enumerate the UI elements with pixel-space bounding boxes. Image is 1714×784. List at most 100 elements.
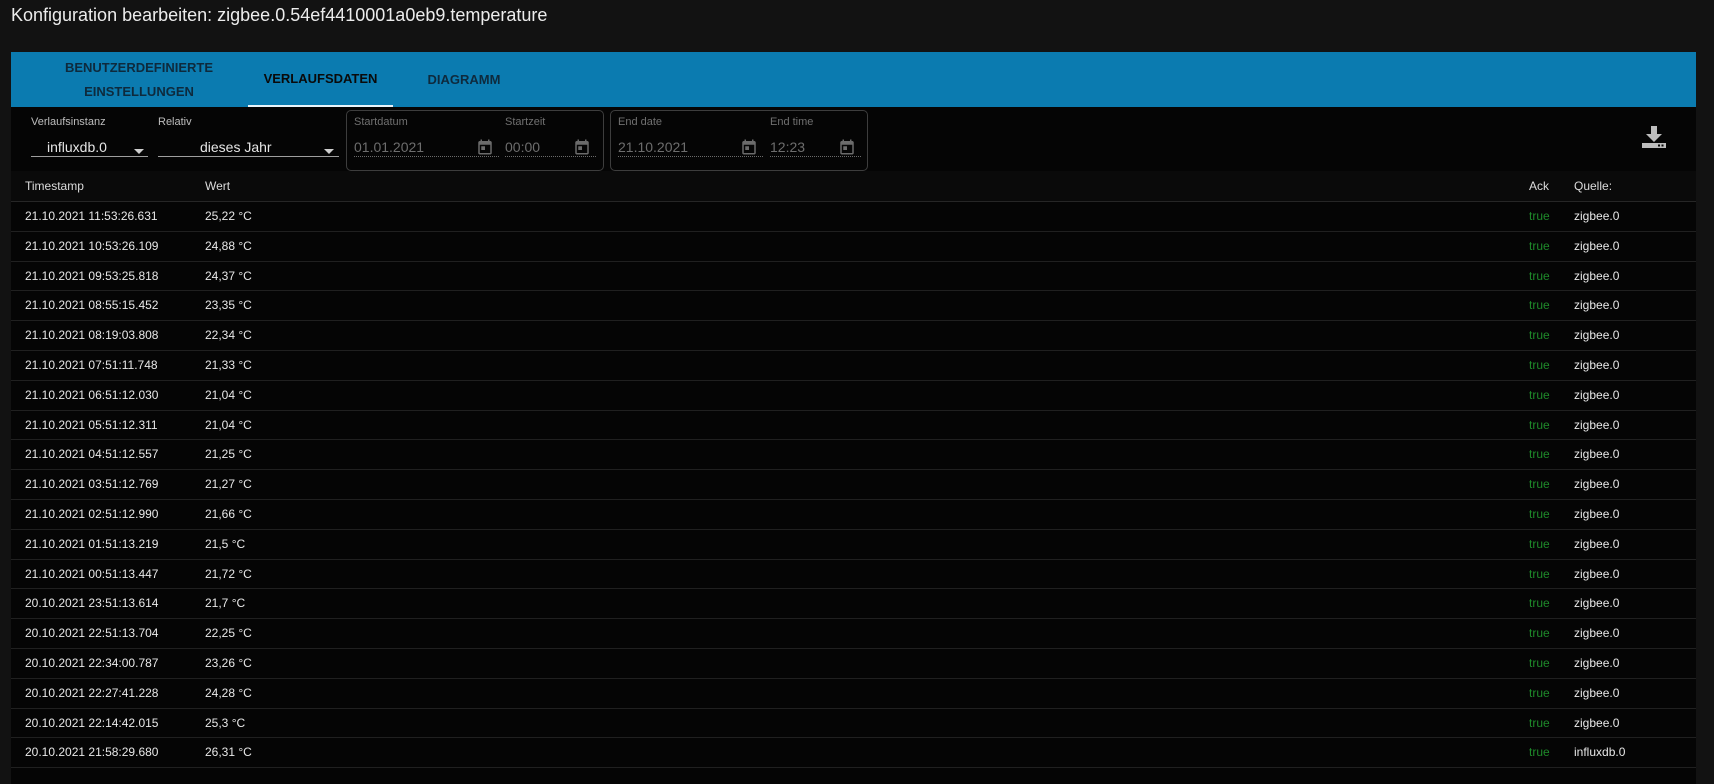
start-date-field[interactable]: Startdatum 01.01.2021: [354, 116, 499, 157]
ack-cell: true: [1529, 298, 1550, 313]
source-cell: zigbee.0: [1574, 328, 1620, 343]
end-date-value: 21.10.2021: [618, 139, 689, 155]
start-time-underline: [505, 156, 596, 157]
source-cell: influxdb.0: [1574, 745, 1626, 760]
table-row[interactable]: 20.10.2021 22:51:13.704 22,25 °C true zigbe…: [11, 619, 1696, 649]
ack-cell: true: [1529, 596, 1550, 611]
value-cell: 21,7 °C: [205, 596, 246, 611]
tab-bar: BENUTZERDEFINIERTE EINSTELLUNGEN VERLAUF…: [11, 52, 1696, 107]
table-row[interactable]: 21.10.2021 00:51:13.447 21,72 °C true zigbe…: [11, 559, 1696, 590]
source-cell: zigbee.0: [1574, 357, 1620, 372]
ack-cell: true: [1529, 626, 1550, 641]
timestamp-cell: 21.10.2021 11:53:26.631: [25, 209, 158, 223]
end-time-label: End time: [770, 116, 814, 128]
calendar-icon[interactable]: [838, 138, 856, 156]
value-cell: 24,37 °C: [205, 268, 252, 283]
value-cell: 21,5 °C: [205, 536, 246, 551]
table-row[interactable]: 21.10.2021 01:51:13.219 21,5 °C true zigbee…: [11, 529, 1696, 560]
value-cell: 25,3 °C: [205, 715, 246, 730]
download-icon[interactable]: [1640, 124, 1668, 150]
table-row[interactable]: 20.10.2021 22:27:41.228 24,28 °C true zigbe…: [11, 678, 1696, 709]
start-time-value: 00:00: [505, 139, 541, 155]
ack-cell: true: [1529, 566, 1550, 581]
instance-select[interactable]: Verlaufsinstanz influxdb.0: [31, 116, 148, 157]
tab-history-data[interactable]: VERLAUFSDATEN: [248, 52, 393, 107]
source-cell: zigbee.0: [1574, 387, 1620, 402]
end-time-value: 12:23: [770, 139, 806, 155]
calendar-icon[interactable]: [740, 138, 758, 156]
table-row[interactable]: 21.10.2021 02:51:12.990 21,66 °C true zigbe…: [11, 499, 1696, 530]
source-cell: zigbee.0: [1574, 238, 1620, 253]
timestamp-cell: 21.10.2021 02:51:12.990: [25, 506, 159, 521]
tab-custom-settings-label-line2: EINSTELLUNGEN: [84, 83, 194, 99]
end-date-label: End date: [618, 116, 663, 128]
start-time-label: Startzeit: [505, 116, 546, 128]
table-row[interactable]: 21.10.2021 07:51:11.748 21,33 °C true zigbe…: [11, 350, 1696, 381]
timestamp-cell: 20.10.2021 22:34:00.787: [25, 655, 159, 670]
source-cell: zigbee.0: [1574, 685, 1620, 700]
ack-cell: true: [1529, 328, 1550, 343]
timestamp-cell: 20.10.2021 22:51:13.704: [25, 626, 159, 641]
tab-custom-settings[interactable]: BENUTZERDEFINIERTE EINSTELLUNGEN: [34, 52, 244, 107]
source-cell: zigbee.0: [1574, 209, 1620, 223]
value-cell: 21,25 °C: [205, 447, 252, 462]
value-cell: 21,72 °C: [205, 566, 252, 581]
source-cell: zigbee.0: [1574, 506, 1620, 521]
value-cell: 23,26 °C: [205, 655, 252, 670]
ack-cell: true: [1529, 447, 1550, 462]
ack-cell: true: [1529, 268, 1550, 283]
start-date-underline: [354, 156, 499, 157]
timestamp-cell: 21.10.2021 07:51:11.748: [25, 357, 158, 372]
calendar-icon[interactable]: [476, 138, 494, 156]
table-row[interactable]: 20.10.2021 22:14:42.015 25,3 °C true zigbee…: [11, 708, 1696, 739]
column-ack: Ack: [1529, 179, 1550, 193]
calendar-icon[interactable]: [573, 138, 591, 156]
relative-select[interactable]: Relativ dieses Jahr: [158, 116, 339, 157]
table-row[interactable]: 21.10.2021 04:51:12.557 21,25 °C true zigbe…: [11, 440, 1696, 471]
table-row[interactable]: 21.10.2021 11:53:26.631 25,22 °C true zigbe…: [11, 202, 1696, 232]
value-cell: 21,66 °C: [205, 506, 252, 521]
value-cell: 21,27 °C: [205, 477, 252, 492]
value-cell: 24,88 °C: [205, 238, 252, 253]
value-cell: 24,28 °C: [205, 685, 252, 700]
ack-cell: true: [1529, 506, 1550, 521]
end-date-underline: [618, 156, 763, 157]
timestamp-cell: 21.10.2021 04:51:12.557: [25, 447, 159, 462]
start-date-value: 01.01.2021: [354, 139, 425, 155]
timestamp-cell: 20.10.2021 23:51:13.614: [25, 596, 159, 611]
ack-cell: true: [1529, 477, 1550, 492]
value-cell: 23,35 °C: [205, 298, 252, 313]
table-row[interactable]: 21.10.2021 05:51:12.311 21,04 °C true zigbe…: [11, 410, 1696, 441]
tab-chart[interactable]: DIAGRAMM: [409, 52, 519, 107]
source-cell: zigbee.0: [1574, 298, 1620, 313]
table-row[interactable]: 20.10.2021 21:58:29.680 26,31 °C true influ…: [11, 738, 1696, 769]
timestamp-cell: 21.10.2021 08:19:03.808: [25, 328, 159, 343]
table-body: 21.10.2021 11:53:26.631 25,22 °C true zigbe…: [11, 202, 1696, 769]
table-row[interactable]: 21.10.2021 08:19:03.808 22,34 °C true zigbe…: [11, 321, 1696, 351]
ack-cell: true: [1529, 209, 1550, 223]
table-row[interactable]: 21.10.2021 09:53:25.818 24,37 °C true zigbe…: [11, 261, 1696, 292]
table-row[interactable]: 21.10.2021 10:53:26.109 24,88 °C true zigbe…: [11, 231, 1696, 262]
ack-cell: true: [1529, 357, 1550, 372]
table-row[interactable]: 21.10.2021 03:51:12.769 21,27 °C true zigbe…: [11, 470, 1696, 500]
table-row[interactable]: 21.10.2021 06:51:12.030 21,04 °C true zigbe…: [11, 380, 1696, 411]
start-date-label: Startdatum: [354, 116, 408, 128]
relative-underline: [158, 156, 339, 157]
page-title: Konfiguration bearbeiten: zigbee.0.54ef4…: [11, 5, 548, 25]
instance-label: Verlaufsinstanz: [31, 116, 106, 128]
source-cell: zigbee.0: [1574, 715, 1620, 730]
source-cell: zigbee.0: [1574, 655, 1620, 670]
table-row[interactable]: 20.10.2021 22:34:00.787 23,26 °C true zigbe…: [11, 648, 1696, 679]
end-date-field[interactable]: End date 21.10.2021: [618, 116, 763, 157]
source-cell: zigbee.0: [1574, 447, 1620, 462]
table-row[interactable]: 20.10.2021 23:51:13.614 21,7 °C true zigbee…: [11, 589, 1696, 620]
table-header: Timestamp Wert Ack Quelle:: [11, 171, 1696, 202]
source-cell: zigbee.0: [1574, 566, 1620, 581]
start-time-field[interactable]: Startzeit 00:00: [505, 116, 596, 157]
relative-label: Relativ: [158, 116, 192, 128]
column-value: Wert: [205, 179, 231, 193]
value-cell: 26,31 °C: [205, 745, 252, 760]
table-row[interactable]: 21.10.2021 08:55:15.452 23,35 °C true zigbe…: [11, 291, 1696, 322]
value-cell: 21,04 °C: [205, 417, 252, 432]
end-time-field[interactable]: End time 12:23: [770, 116, 861, 157]
